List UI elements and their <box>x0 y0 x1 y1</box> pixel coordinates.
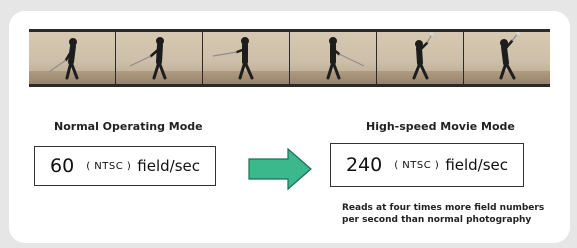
highspeed-fps-box: 240 ( NTSC ) field/sec <box>330 143 524 187</box>
golfer-address-figure <box>48 38 79 80</box>
swing-frame-3 <box>203 32 289 84</box>
swing-frame-5 <box>377 32 463 84</box>
golfer-follow-through-figure <box>499 32 520 80</box>
normal-fps-box: 60 ( NTSC ) field/sec <box>34 146 216 186</box>
normal-fps-value: 60 <box>50 155 75 177</box>
highspeed-fps-standard: ( NTSC ) <box>394 159 440 171</box>
highspeed-fps-value: 240 <box>345 154 383 176</box>
highspeed-fps-unit: field/sec <box>445 156 509 174</box>
swing-frame-2 <box>116 32 202 84</box>
highspeed-note-line-2: per second than normal photography <box>342 215 532 225</box>
golfer-impact-figure <box>412 32 434 80</box>
golfer-backswing-figure <box>212 37 254 80</box>
normal-mode-title: Normal Operating Mode <box>54 120 203 133</box>
right-arrow-icon <box>248 147 312 191</box>
golfer-takeaway-figure <box>129 37 167 80</box>
highspeed-note: Reads at four times more field numbers p… <box>342 202 562 226</box>
golf-swing-filmstrip <box>29 29 550 87</box>
highspeed-note-line-1: Reads at four times more field numbers <box>342 203 545 213</box>
highspeed-mode-title: High-speed Movie Mode <box>366 120 515 133</box>
golfer-downswing-figure <box>326 37 365 80</box>
swing-frame-1 <box>29 32 115 84</box>
swing-frame-4 <box>290 32 376 84</box>
normal-fps-unit: field/sec <box>137 157 200 175</box>
swing-frame-6 <box>464 32 550 84</box>
normal-fps-standard: ( NTSC ) <box>86 160 132 172</box>
